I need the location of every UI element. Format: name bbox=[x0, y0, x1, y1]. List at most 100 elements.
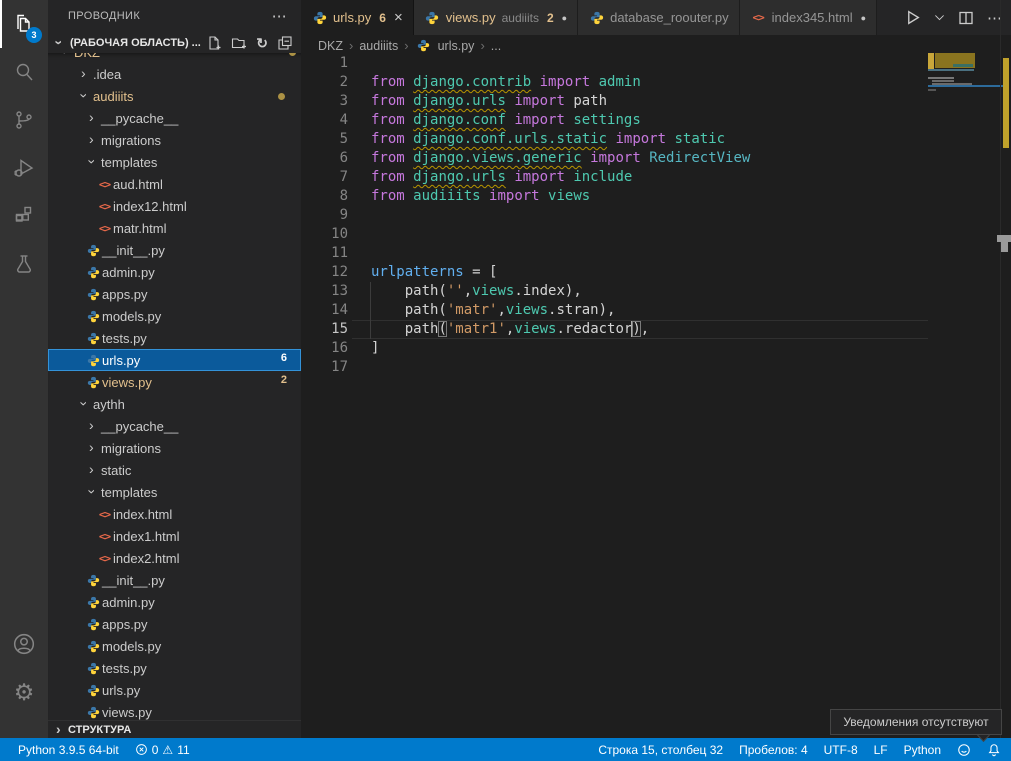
tree-item-apps.py[interactable]: apps.py bbox=[48, 613, 301, 635]
sidebar-title-label: ПРОВОДНИК bbox=[68, 10, 140, 22]
language-mode[interactable]: Python bbox=[904, 743, 941, 757]
dirty-dot-icon[interactable]: ● bbox=[861, 13, 866, 23]
python-interpreter-selector[interactable]: Python 3.9.5 64-bit bbox=[18, 743, 119, 757]
run-button-icon[interactable] bbox=[904, 9, 921, 26]
breadcrumb-item[interactable]: DKZ bbox=[318, 39, 343, 53]
tree-item-apps.py[interactable]: apps.py bbox=[48, 283, 301, 305]
tree-item-tests.py[interactable]: tests.py bbox=[48, 327, 301, 349]
tree-item-models.py[interactable]: models.py bbox=[48, 635, 301, 657]
tree-item-templates[interactable]: templates bbox=[48, 481, 301, 503]
close-icon[interactable]: × bbox=[394, 10, 403, 25]
collapse-all-icon[interactable] bbox=[277, 35, 293, 51]
code-line-13[interactable]: 13 path('',views.index), bbox=[301, 282, 928, 301]
indentation[interactable]: Пробелов: 4 bbox=[739, 743, 808, 757]
code-line-4[interactable]: 4from django.conf import settings bbox=[301, 111, 928, 130]
problems-indicator[interactable]: 0 ⚠ 11 bbox=[135, 743, 190, 757]
tree-item-index1.html[interactable]: <>index1.html bbox=[48, 525, 301, 547]
tree-item-admin.py[interactable]: admin.py bbox=[48, 261, 301, 283]
tree-item-label: templates bbox=[101, 485, 157, 500]
editor-scrollbar[interactable] bbox=[1000, 0, 1011, 738]
code-line-9[interactable]: 9 bbox=[301, 206, 928, 225]
tree-item-__pycache__[interactable]: __pycache__ bbox=[48, 415, 301, 437]
explorer-icon[interactable]: 3 bbox=[0, 0, 48, 48]
tree-item-label: index.html bbox=[113, 507, 172, 522]
code-line-11[interactable]: 11 bbox=[301, 244, 928, 263]
chevron-down-icon[interactable] bbox=[934, 12, 945, 23]
settings-gear-icon[interactable]: ⚙ bbox=[0, 668, 48, 716]
code-line-16[interactable]: 16] bbox=[301, 339, 928, 358]
tree-item-aythh[interactable]: aythh bbox=[48, 393, 301, 415]
feedback-icon[interactable] bbox=[957, 743, 971, 757]
code-line-8[interactable]: 8from audiiits import views bbox=[301, 187, 928, 206]
source-control-icon[interactable] bbox=[0, 96, 48, 144]
tree-item-index.html[interactable]: <>index.html bbox=[48, 503, 301, 525]
code-line-3[interactable]: 3from django.urls import path bbox=[301, 92, 928, 111]
git-modified-dot bbox=[289, 53, 296, 56]
workspace-section-header[interactable]: (РАБОЧАЯ ОБЛАСТЬ) ... ↻ bbox=[48, 33, 301, 53]
code-line-15[interactable]: 15 path('matr1',views.redactor), bbox=[301, 320, 928, 339]
tree-item-dkz[interactable]: DKZ bbox=[48, 53, 301, 63]
dirty-dot-icon[interactable]: ● bbox=[562, 13, 567, 23]
tree-item-templates[interactable]: templates bbox=[48, 151, 301, 173]
tree-item-index2.html[interactable]: <>index2.html bbox=[48, 547, 301, 569]
tree-item-matr.html[interactable]: <>matr.html bbox=[48, 217, 301, 239]
code-line-1[interactable]: 1 bbox=[301, 54, 928, 73]
code-line-12[interactable]: 12urlpatterns = [ bbox=[301, 263, 928, 282]
code-token: from bbox=[371, 131, 413, 147]
outline-section-header[interactable]: СТРУКТУРА bbox=[48, 720, 301, 738]
sidebar-more-icon[interactable]: ⋯ bbox=[272, 0, 287, 33]
code-line-2[interactable]: 2from django.contrib import admin bbox=[301, 73, 928, 92]
account-icon[interactable] bbox=[0, 620, 48, 668]
tree-item-admin.py[interactable]: admin.py bbox=[48, 591, 301, 613]
code-line-6[interactable]: 6from django.views.generic import Redire… bbox=[301, 149, 928, 168]
code-token: , bbox=[641, 321, 649, 337]
tree-item-migrations[interactable]: migrations bbox=[48, 437, 301, 459]
code-token bbox=[582, 150, 590, 166]
tree-item-static[interactable]: static bbox=[48, 459, 301, 481]
tree-item-__pycache__[interactable]: __pycache__ bbox=[48, 107, 301, 129]
code-token bbox=[540, 188, 548, 204]
encoding[interactable]: UTF-8 bbox=[824, 743, 858, 757]
tree-item-__init__.py[interactable]: __init__.py bbox=[48, 239, 301, 261]
tree-item-views.py[interactable]: views.py bbox=[48, 701, 301, 720]
extensions-icon[interactable] bbox=[0, 192, 48, 240]
code-line-14[interactable]: 14 path('matr',views.stran), bbox=[301, 301, 928, 320]
code-editor[interactable]: 12from django.contrib import admin3from … bbox=[301, 54, 928, 738]
tree-item-audiiits[interactable]: audiiits bbox=[48, 85, 301, 107]
split-editor-icon[interactable] bbox=[958, 10, 974, 26]
eol-sequence[interactable]: LF bbox=[874, 743, 888, 757]
breadcrumb-item[interactable]: audiiits bbox=[359, 39, 398, 53]
tree-item-urls.py[interactable]: urls.py6 bbox=[48, 349, 301, 371]
line-number: 10 bbox=[301, 225, 348, 244]
refresh-icon[interactable]: ↻ bbox=[256, 36, 268, 50]
tree-item-aud.html[interactable]: <>aud.html bbox=[48, 173, 301, 195]
search-icon[interactable] bbox=[0, 48, 48, 96]
tree-item-migrations[interactable]: migrations bbox=[48, 129, 301, 151]
tree-item-__init__.py[interactable]: __init__.py bbox=[48, 569, 301, 591]
tab-database-roouter-py[interactable]: database_roouter.py bbox=[578, 0, 740, 35]
tab-urls-py[interactable]: urls.py 6 × bbox=[301, 0, 414, 35]
tree-item-views.py[interactable]: views.py2 bbox=[48, 371, 301, 393]
code-line-5[interactable]: 5from django.conf.urls.static import sta… bbox=[301, 130, 928, 149]
tab-views-py[interactable]: views.py audiiits 2 ● bbox=[414, 0, 578, 35]
testing-icon[interactable] bbox=[0, 240, 48, 288]
run-debug-icon[interactable] bbox=[0, 144, 48, 192]
tree-item-urls.py[interactable]: urls.py bbox=[48, 679, 301, 701]
tree-item-models.py[interactable]: models.py bbox=[48, 305, 301, 327]
tree-item-.idea[interactable]: .idea bbox=[48, 63, 301, 85]
tab-index345-html[interactable]: <> index345.html ● bbox=[740, 0, 877, 35]
tree-item-tests.py[interactable]: tests.py bbox=[48, 657, 301, 679]
new-folder-icon[interactable] bbox=[231, 35, 247, 51]
code-line-17[interactable]: 17 bbox=[301, 358, 928, 377]
code-line-10[interactable]: 10 bbox=[301, 225, 928, 244]
cursor-position[interactable]: Строка 15, столбец 32 bbox=[598, 743, 723, 757]
breadcrumb-item[interactable]: urls.py bbox=[438, 39, 475, 53]
new-file-icon[interactable] bbox=[206, 35, 222, 51]
bell-icon[interactable] bbox=[987, 743, 1001, 757]
code-token: ] bbox=[371, 340, 379, 356]
code-token: = [ bbox=[464, 264, 498, 280]
code-line-7[interactable]: 7from django.urls import include bbox=[301, 168, 928, 187]
breadcrumb-item[interactable]: ... bbox=[491, 39, 501, 53]
tree-item-label: templates bbox=[101, 155, 157, 170]
tree-item-index12.html[interactable]: <>index12.html bbox=[48, 195, 301, 217]
